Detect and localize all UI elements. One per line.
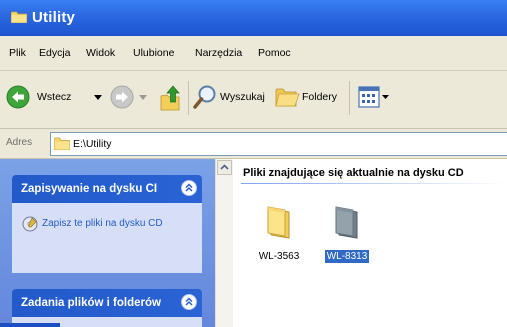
folder-icon — [54, 137, 70, 150]
cd-writing-title: Zapisywanie na dysku CI — [21, 183, 158, 195]
collapse-chevron-icon[interactable] — [181, 294, 197, 310]
file-list: Pliki znajdujące się aktualnie na dysku … — [233, 159, 507, 327]
back-arrow-icon — [6, 85, 30, 109]
folder-icon — [11, 11, 27, 23]
folder-icon — [267, 206, 290, 239]
title-bar[interactable]: Utility — [0, 0, 507, 36]
address-path: E:\Utility — [73, 138, 112, 150]
cd-writing-body: Zapisz te pliki na dysku CD — [12, 203, 202, 273]
search-label: Wyszukaj — [220, 91, 265, 103]
address-input[interactable]: E:\Utility — [50, 132, 507, 156]
menu-tools[interactable]: Narzędzia — [195, 47, 242, 59]
cd-write-icon — [22, 216, 38, 232]
views-icon[interactable] — [358, 86, 380, 108]
address-bar: Adres E:\Utility — [0, 129, 507, 159]
back-label: Wstecz — [37, 91, 72, 103]
folder-icon — [335, 206, 358, 239]
toolbar: Wstecz Wyszukaj Foldery — [0, 71, 507, 129]
views-dropdown-icon[interactable] — [382, 95, 389, 99]
menu-help[interactable]: Pomoc — [258, 47, 291, 59]
forward-dropdown-icon[interactable] — [139, 95, 147, 100]
up-folder-icon[interactable] — [159, 84, 183, 112]
folder-item[interactable]: WL-3563 — [249, 201, 309, 271]
folders-icon — [275, 88, 300, 107]
menu-bar: Plik Edycja Widok Ulubione Narzędzia Pom… — [0, 36, 507, 71]
folders-button[interactable]: Foldery — [274, 82, 346, 112]
search-icon — [193, 85, 216, 109]
task-pane: Zapisywanie na dysku CI Zapisz te pliki … — [0, 159, 215, 327]
forward-arrow-icon[interactable] — [110, 85, 134, 109]
folder-label: WL-8313 — [324, 250, 370, 263]
collapse-chevron-icon[interactable] — [181, 180, 197, 196]
scroll-up-button[interactable] — [217, 160, 232, 175]
menu-favorites[interactable]: Ulubione — [133, 47, 174, 59]
file-tasks-header[interactable]: Zadania plików i folderów — [12, 289, 202, 317]
group-divider — [241, 183, 507, 184]
cd-writing-header[interactable]: Zapisywanie na dysku CI — [12, 175, 202, 203]
search-button[interactable]: Wyszukaj — [193, 82, 271, 112]
folders-label: Foldery — [302, 91, 338, 103]
window-title: Utility — [32, 9, 76, 26]
back-button[interactable]: Wstecz — [4, 82, 90, 112]
scroll-up-icon — [220, 164, 229, 170]
folder-item-selected[interactable]: WL-8313 — [317, 201, 377, 271]
address-label: Adres — [6, 137, 33, 148]
file-tasks-title: Zadania plików i folderów — [21, 297, 161, 309]
folder-label: WL-3563 — [258, 251, 300, 262]
back-dropdown-icon[interactable] — [94, 95, 102, 100]
menu-edit[interactable]: Edycja — [39, 47, 71, 59]
group-title: Pliki znajdujące się aktualnie na dysku … — [243, 167, 464, 179]
task-pane-scrollbar[interactable] — [215, 159, 233, 327]
bottom-strip — [0, 323, 60, 327]
cd-write-link[interactable]: Zapisz te pliki na dysku CD — [42, 217, 192, 231]
menu-file[interactable]: Plik — [9, 47, 26, 59]
menu-view[interactable]: Widok — [86, 47, 115, 59]
